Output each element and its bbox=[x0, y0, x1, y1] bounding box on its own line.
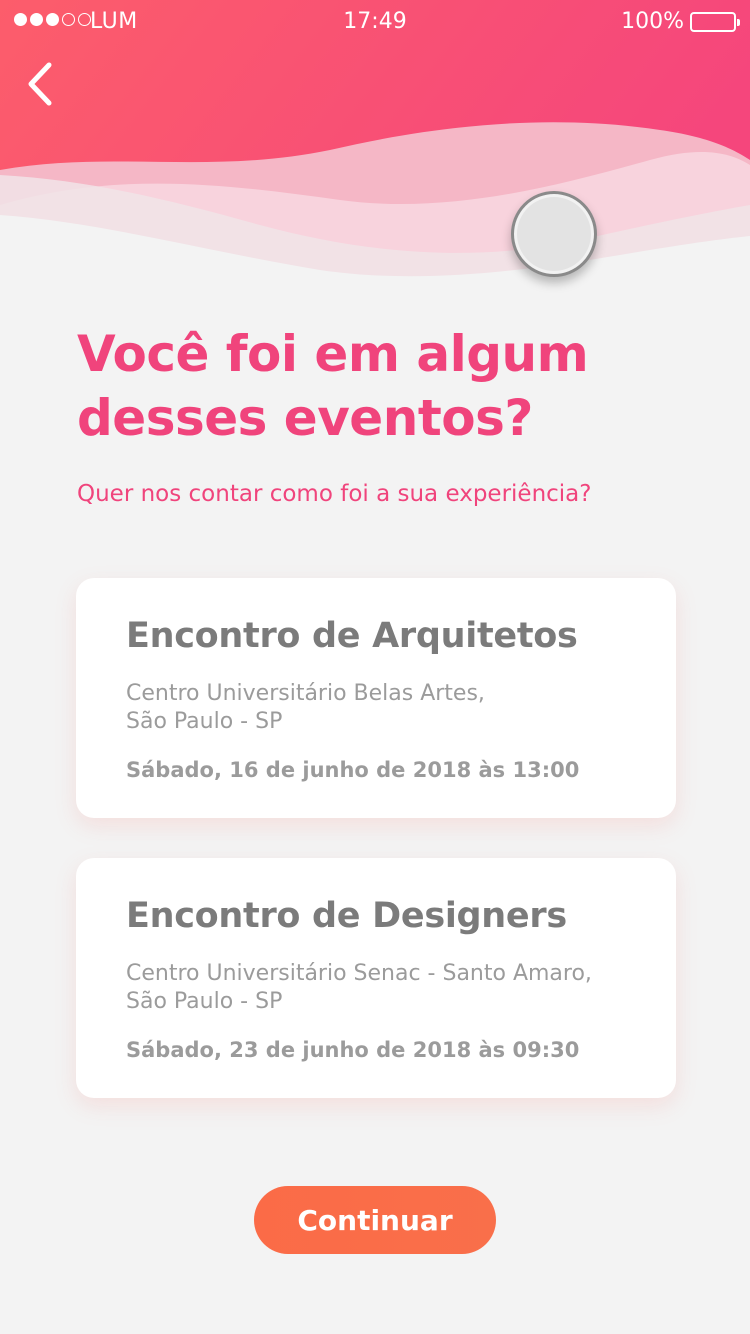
event-card[interactable]: Encontro de Arquitetos Centro Universitá… bbox=[76, 578, 676, 818]
battery-percentage: 100% bbox=[621, 9, 684, 34]
status-bar: LUM 17:49 100% bbox=[0, 0, 750, 42]
event-title: Encontro de Arquitetos bbox=[126, 616, 578, 656]
scroll-knob[interactable] bbox=[511, 191, 597, 277]
event-venue-line: Centro Universitário Senac - Santo Amaro… bbox=[126, 961, 592, 986]
event-date: Sábado, 16 de junho de 2018 às 13:00 bbox=[126, 758, 580, 782]
event-venue-line: São Paulo - SP bbox=[126, 709, 283, 734]
event-venue: Centro Universitário Senac - Santo Amaro… bbox=[126, 960, 636, 1016]
event-venue-line: São Paulo - SP bbox=[126, 989, 283, 1014]
battery-icon bbox=[690, 12, 740, 32]
event-venue-line: Centro Universitário Belas Artes, bbox=[126, 681, 485, 706]
continue-button[interactable]: Continuar bbox=[254, 1186, 496, 1254]
event-title: Encontro de Designers bbox=[126, 896, 567, 936]
event-venue: Centro Universitário Belas Artes, São Pa… bbox=[126, 680, 636, 736]
back-button[interactable] bbox=[18, 58, 62, 110]
event-date: Sábado, 23 de junho de 2018 às 09:30 bbox=[126, 1038, 580, 1062]
chevron-left-icon bbox=[28, 62, 52, 106]
screen: LUM 17:49 100% Você foi em algum desses … bbox=[0, 0, 750, 1334]
page-subtitle: Quer nos contar como foi a sua experiênc… bbox=[77, 481, 592, 507]
page-title: Você foi em algum desses eventos? bbox=[77, 325, 589, 447]
header-background bbox=[0, 0, 750, 290]
event-card[interactable]: Encontro de Designers Centro Universitár… bbox=[76, 858, 676, 1098]
